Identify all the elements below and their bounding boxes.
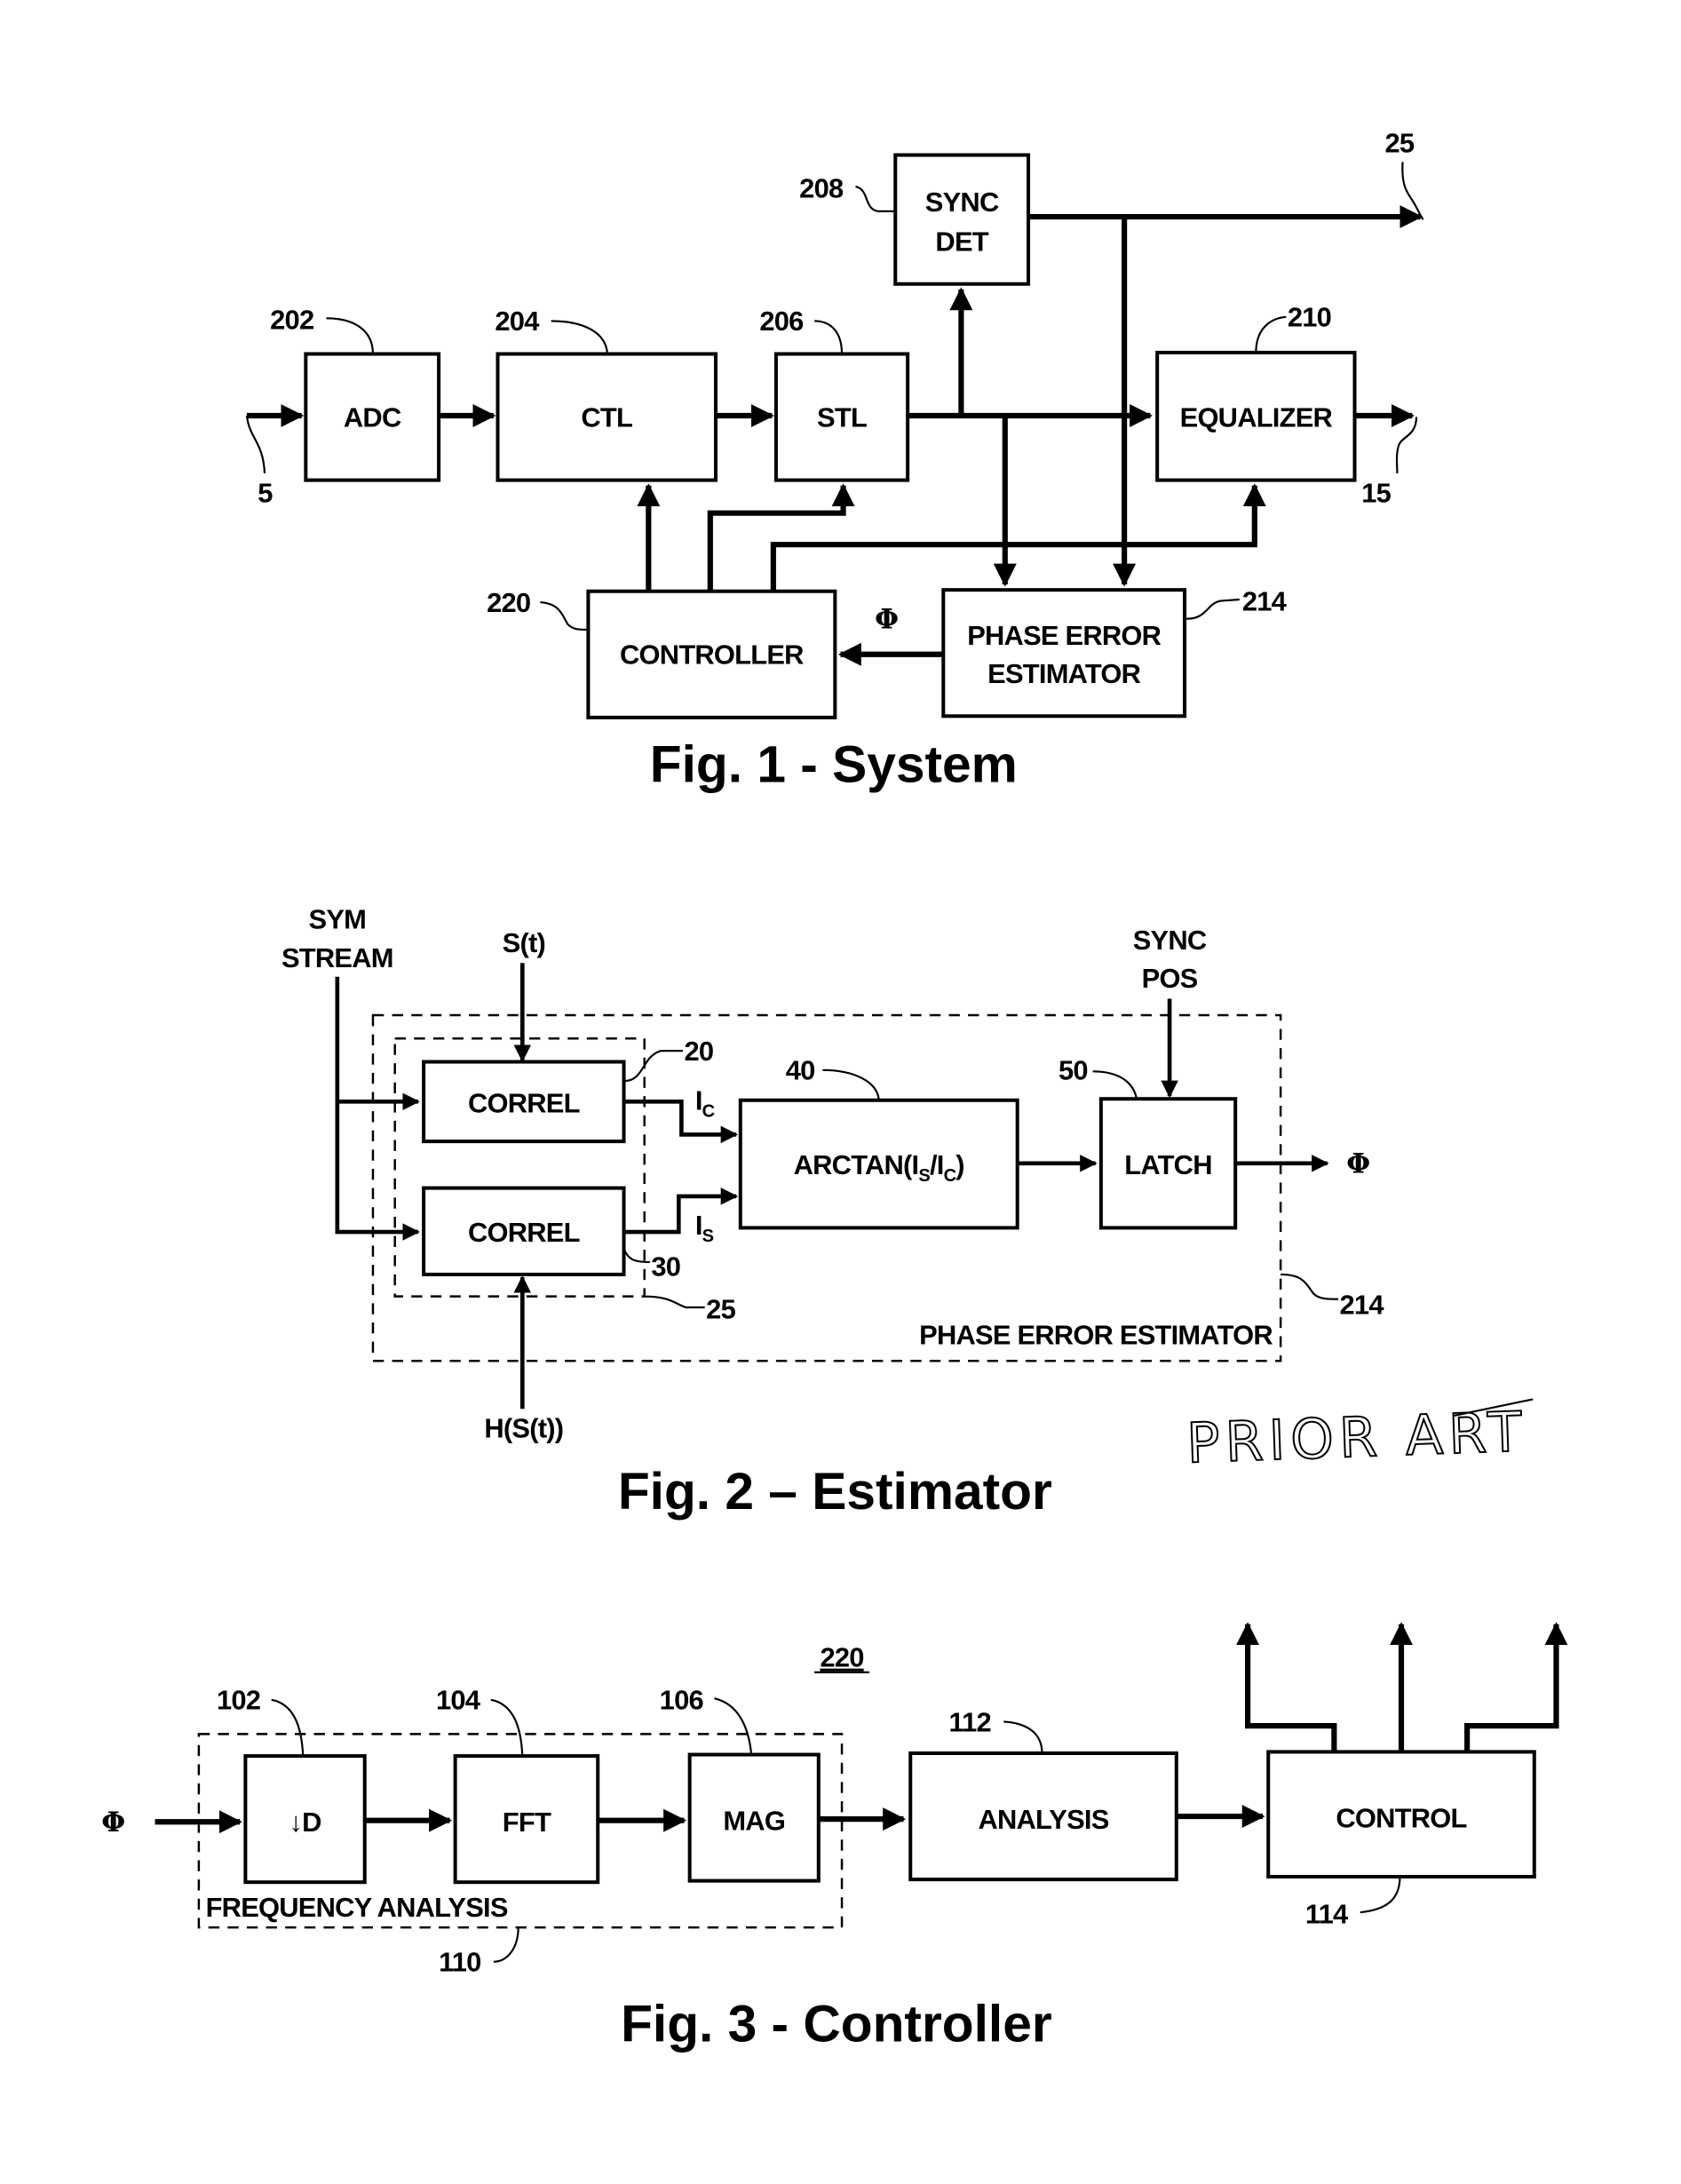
ref-202: 202 xyxy=(270,305,313,336)
leader-25 xyxy=(1401,162,1424,220)
control-label: CONTROL xyxy=(1336,1802,1466,1833)
leader-15 xyxy=(1395,417,1418,473)
leader-20 xyxy=(623,1050,683,1083)
analysis-label: ANALYSIS xyxy=(978,1804,1108,1835)
correl-top-label: CORREL xyxy=(468,1088,580,1119)
figure-1-system: 5 ADC 202 CTL 204 STL 206 SYNC DET 208 2… xyxy=(245,127,1424,793)
fft-label: FFT xyxy=(503,1807,551,1838)
ref-20: 20 xyxy=(684,1036,713,1067)
patent-drawing-sheet: 5 ADC 202 CTL 204 STL 206 SYNC DET 208 2… xyxy=(101,127,1568,2053)
leader-104 xyxy=(490,1698,524,1757)
ref-112: 112 xyxy=(948,1706,990,1737)
sym-stream-label-line1: SYM xyxy=(309,904,367,935)
mag-label: MAG xyxy=(723,1805,785,1836)
control-output-1-wire xyxy=(1236,1622,1337,1752)
ref-214-group: 214 xyxy=(1340,1290,1384,1321)
sym-stream-label-line2: STREAM xyxy=(281,942,393,973)
leader-5 xyxy=(245,415,266,473)
ic-label: IC xyxy=(695,1085,715,1122)
sync-pos-label-line1: SYNC xyxy=(1133,925,1207,956)
phase-error-estimator-label-line1: PHASE ERROR xyxy=(967,620,1161,651)
leader-110 xyxy=(493,1927,519,1963)
leader-106 xyxy=(714,1697,753,1755)
figure-2-estimator: SYM STREAM S(t) H(S(t)) CORREL 20 CORREL… xyxy=(281,904,1534,1521)
ref-15: 15 xyxy=(1361,477,1391,508)
arctan-label: ARCTAN(IS/IC) xyxy=(794,1149,964,1186)
controller-label: CONTROLLER xyxy=(620,639,804,671)
ref-25-group: 25 xyxy=(706,1293,735,1324)
ref-5: 5 xyxy=(258,477,273,508)
phase-error-estimator-group-label: PHASE ERROR ESTIMATOR xyxy=(919,1320,1273,1351)
adc-label: ADC xyxy=(344,401,401,433)
leader-208 xyxy=(855,186,896,212)
figure-3-caption: Fig. 3 - Controller xyxy=(621,1995,1052,2053)
phase-error-estimator-label-line2: ESTIMATOR xyxy=(987,658,1140,689)
ref-204: 204 xyxy=(495,306,539,337)
leader-114 xyxy=(1360,1877,1401,1914)
ctl-label: CTL xyxy=(581,401,632,433)
leader-112 xyxy=(1003,1720,1043,1754)
leader-202 xyxy=(326,317,375,354)
ic-wire xyxy=(623,1099,739,1144)
phi-symbol: Φ xyxy=(875,603,899,635)
figure-1-caption: Fig. 1 - System xyxy=(650,735,1018,793)
ref-220-title: 220 xyxy=(820,1642,863,1673)
latch-label: LATCH xyxy=(1124,1149,1211,1180)
is-label: IS xyxy=(695,1210,714,1246)
phi-output-symbol: Φ xyxy=(1346,1148,1370,1180)
stl-label: STL xyxy=(817,401,867,433)
sync-det-label-line1: SYNC xyxy=(925,187,999,218)
leader-102 xyxy=(271,1698,305,1757)
leader-25-group xyxy=(644,1295,705,1309)
ref-214: 214 xyxy=(1242,585,1287,616)
ref-25: 25 xyxy=(1384,127,1414,158)
figure-3-controller: 220 FREQUENCY ANALYSIS 110 Φ ↓D 102 FFT … xyxy=(101,1622,1568,2053)
leader-40 xyxy=(822,1068,880,1100)
leader-220 xyxy=(540,601,589,631)
leader-50 xyxy=(1092,1070,1138,1100)
s-t-label: S(t) xyxy=(503,927,545,958)
leader-30 xyxy=(622,1248,650,1264)
leader-214-group xyxy=(1281,1273,1338,1300)
phase-error-estimator-block xyxy=(941,588,1187,719)
ref-220: 220 xyxy=(487,587,530,618)
equalizer-label: EQUALIZER xyxy=(1180,401,1333,433)
leader-206 xyxy=(814,320,844,354)
decimate-label: ↓D xyxy=(289,1807,321,1838)
ref-104: 104 xyxy=(436,1685,480,1716)
ref-110: 110 xyxy=(439,1947,480,1978)
ref-106: 106 xyxy=(660,1685,704,1716)
is-wire xyxy=(623,1187,739,1235)
frequency-analysis-label: FREQUENCY ANALYSIS xyxy=(206,1892,508,1923)
leader-204 xyxy=(551,320,609,354)
sync-pos-label-line2: POS xyxy=(1142,963,1198,994)
controller-to-stl-wire xyxy=(707,483,855,592)
sync-det-block xyxy=(893,153,1031,286)
ref-208: 208 xyxy=(799,172,844,203)
sync-det-label-line2: DET xyxy=(935,226,988,258)
control-output-3-wire xyxy=(1464,1622,1568,1752)
ref-30: 30 xyxy=(651,1251,680,1282)
ref-114: 114 xyxy=(1305,1899,1348,1930)
phi-input-symbol: Φ xyxy=(101,1807,125,1839)
ref-206: 206 xyxy=(759,306,804,337)
ref-40: 40 xyxy=(786,1055,815,1086)
figure-2-caption: Fig. 2 – Estimator xyxy=(618,1463,1052,1521)
h-s-t-label: H(S(t)) xyxy=(484,1413,563,1444)
ref-210: 210 xyxy=(1288,302,1331,333)
ref-50: 50 xyxy=(1059,1055,1088,1086)
ref-102: 102 xyxy=(217,1685,260,1716)
leader-210 xyxy=(1255,315,1287,353)
leader-214 xyxy=(1184,598,1240,620)
correl-bottom-label: CORREL xyxy=(468,1217,580,1248)
